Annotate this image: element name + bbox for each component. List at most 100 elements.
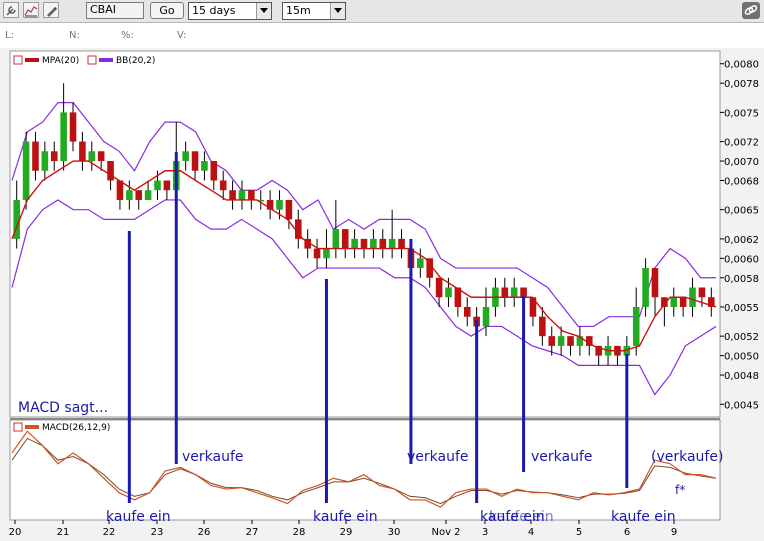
- candle-body: [548, 336, 556, 346]
- candle-body: [79, 141, 86, 162]
- annotation-verkaufe-bracketed: (verkaufe): [651, 449, 723, 465]
- legend-swatch-bb: [99, 58, 113, 62]
- candle-body: [107, 161, 114, 181]
- annotation-verkaufe: verkaufe: [531, 449, 593, 465]
- y-tick-label: 0,0052: [724, 332, 759, 343]
- stats-row: L: N: %: V:: [0, 24, 764, 48]
- y-tick-label: 0,0048: [724, 371, 759, 382]
- price-panel: [9, 50, 721, 418]
- candle-body: [285, 199, 293, 220]
- candle-body: [219, 180, 227, 191]
- annotation-kaufe-ein: kaufe ein: [611, 509, 676, 525]
- y-tick-label: 0,0080: [724, 60, 759, 71]
- interval-select[interactable]: 15m: [282, 2, 346, 20]
- y-tick-label: 0,0060: [724, 254, 759, 265]
- candle-body: [22, 141, 30, 200]
- legend-close-icon[interactable]: [13, 55, 23, 65]
- y-tick-label: 0,0072: [724, 138, 759, 149]
- candle-body: [144, 190, 152, 200]
- annotation-verkaufe: verkaufe: [407, 449, 469, 465]
- chart: MPA(20) BB(20,2) MACD(26,12,9) 0,0080 0,0…: [0, 48, 764, 541]
- wrench-icon[interactable]: [3, 2, 19, 18]
- candle-body: [670, 297, 678, 307]
- annotation-kaufe-ein: kaufe ein: [106, 509, 171, 525]
- y-tick-label: 0,0065: [724, 206, 759, 217]
- candle-body: [248, 190, 255, 200]
- x-tick-label: 20: [9, 527, 22, 538]
- y-tick-label: 0,0058: [724, 274, 759, 285]
- legend-swatch-macd: [25, 425, 39, 429]
- range-select-value: 15 days: [192, 4, 236, 17]
- x-tick-label: 6: [624, 527, 630, 538]
- x-tick-label: 9: [671, 527, 677, 538]
- y-tick-label: 0,0055: [724, 303, 759, 314]
- candle-body: [445, 287, 452, 298]
- x-tick-label: 26: [198, 527, 211, 538]
- y-tick-label: 0,0062: [724, 235, 759, 246]
- chevron-down-icon[interactable]: [256, 3, 271, 19]
- candle-body: [60, 112, 67, 162]
- candle-body: [229, 190, 236, 200]
- candle-body: [351, 238, 358, 249]
- candle-body: [388, 238, 396, 249]
- candle-body: [501, 287, 509, 298]
- x-tick-label: 5: [576, 527, 582, 538]
- candle-body: [698, 287, 706, 298]
- legend-bb-label: BB(20,2): [116, 56, 155, 66]
- candle-body: [191, 151, 199, 171]
- candle-body: [323, 248, 330, 259]
- x-tick-label: Nov 2: [431, 527, 460, 538]
- candle-body: [360, 238, 368, 249]
- x-tick-label: 3: [482, 527, 488, 538]
- candle-body: [539, 316, 546, 337]
- candle-body: [276, 199, 283, 210]
- candle-body: [520, 287, 527, 298]
- legend-close-icon[interactable]: [87, 55, 97, 65]
- chart-icon[interactable]: [23, 2, 39, 18]
- candle-body: [417, 258, 424, 269]
- candle-body: [116, 180, 124, 200]
- toolbar: CBAI Go 15 days 15m: [0, 0, 764, 23]
- candle-body: [679, 297, 687, 307]
- chevron-down-icon[interactable]: [330, 3, 345, 19]
- legend-swatch-mpa: [25, 58, 39, 62]
- candle-body: [126, 190, 133, 200]
- range-select[interactable]: 15 days: [188, 2, 272, 20]
- candle-body: [557, 336, 565, 346]
- macd-panel: [9, 419, 721, 521]
- y-tick-label: 0,0078: [724, 79, 759, 90]
- interval-select-value: 15m: [286, 4, 311, 17]
- candle-body: [88, 151, 96, 162]
- symbol-input[interactable]: CBAI: [86, 2, 144, 19]
- stat-volume: V:: [177, 30, 187, 41]
- candle-body: [313, 248, 321, 259]
- annotation-verkaufe: verkaufe: [182, 449, 244, 465]
- link-button[interactable]: [742, 2, 760, 19]
- candle-body: [50, 151, 58, 162]
- annotation-macd-sagt: MACD sagt...: [18, 400, 108, 416]
- x-tick-label: 29: [340, 527, 353, 538]
- candle-body: [201, 161, 208, 171]
- y-tick-label: 0,0075: [724, 108, 759, 119]
- candle-body: [632, 306, 640, 346]
- go-button[interactable]: Go: [150, 2, 184, 19]
- stat-pct: %:: [121, 30, 134, 41]
- pencil-icon[interactable]: [43, 2, 59, 18]
- candle-body: [69, 112, 77, 142]
- y-tick-label: 0,0050: [724, 352, 759, 363]
- x-tick-label: 4: [528, 527, 534, 538]
- candle-body: [97, 151, 105, 162]
- candle-body: [182, 151, 189, 162]
- candle-body: [379, 238, 387, 249]
- candle-body: [163, 180, 171, 191]
- candle-body: [689, 287, 696, 307]
- candle-body: [567, 336, 574, 346]
- candle-body: [642, 268, 649, 307]
- stat-last: L:: [5, 30, 14, 41]
- annotation-kaufe-ein-overlap: kaufe ein: [489, 509, 554, 525]
- legend-close-icon[interactable]: [13, 422, 23, 432]
- y-tick-label: 0,0068: [724, 176, 759, 187]
- candle-body: [482, 306, 490, 327]
- stat-net: N:: [69, 30, 80, 41]
- candle-body: [370, 238, 377, 249]
